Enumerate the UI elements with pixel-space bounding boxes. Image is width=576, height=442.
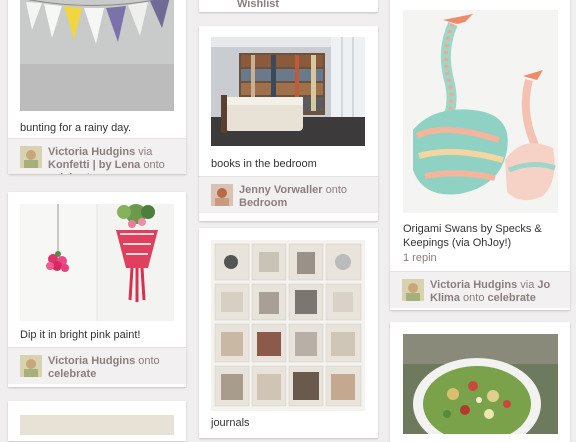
avatar[interactable] <box>402 279 424 301</box>
pin-image[interactable] <box>20 204 174 321</box>
pin-image[interactable] <box>20 415 174 435</box>
origami-swans-photo <box>403 10 558 213</box>
pin-text: Wishlist <box>237 0 280 10</box>
pin-description: Origami Swans by Specks & Keepings (via … <box>403 223 542 249</box>
pinner-name[interactable]: Victoria Hudgins <box>430 279 517 291</box>
via-user[interactable]: Konfetti | by Lena <box>48 159 140 171</box>
pin-image[interactable] <box>403 334 558 434</box>
pin-attribution: Victoria Hudgins onto celebrate <box>8 347 186 384</box>
onto-label: onto <box>138 355 160 367</box>
avatar[interactable] <box>20 355 42 377</box>
pin-image[interactable] <box>211 37 365 146</box>
pin-image[interactable] <box>20 0 174 111</box>
pin-card[interactable]: bunting for a rainy day. Victoria Hudgin… <box>8 0 186 174</box>
via-label: via <box>520 279 535 291</box>
pin-card[interactable]: books in the bedroom Jenny Vorwaller ont… <box>199 26 378 221</box>
pin-card[interactable] <box>390 322 570 442</box>
salad-photo <box>403 334 558 434</box>
onto-label: onto <box>143 159 165 171</box>
avatar[interactable] <box>20 146 42 168</box>
pin-description: journals <box>211 417 250 429</box>
pin-card[interactable]: Dip it in bright pink paint! Victoria Hu… <box>8 192 186 387</box>
pinner-name[interactable]: Victoria Hudgins <box>48 355 135 367</box>
pin-attribution: Jenny Vorwaller onto Bedroom <box>199 176 378 213</box>
pin-description: Dip it in bright pink paint! <box>20 329 141 341</box>
pin-image[interactable] <box>403 10 558 213</box>
board-name[interactable]: Bedroom <box>239 197 287 209</box>
avatar[interactable] <box>211 184 233 206</box>
pin-card[interactable] <box>8 401 186 441</box>
board-name[interactable]: celebrate <box>488 292 536 304</box>
pin-attribution: Victoria Hudgins via Konfetti | by Lena … <box>8 138 186 174</box>
pin-description: bunting for a rainy day. <box>20 122 132 134</box>
pinner-name[interactable]: Jenny Vorwaller <box>239 184 323 196</box>
via-label: via <box>138 146 153 158</box>
onto-label: onto <box>463 292 485 304</box>
pin-attribution: Victoria Hudgins via Jo Klima onto celeb… <box>390 271 570 308</box>
onto-label: onto <box>325 184 348 196</box>
plant-hanger-photo <box>20 204 174 321</box>
board-name[interactable]: celebrate <box>48 368 96 380</box>
bedroom-photo <box>211 37 365 146</box>
pinner-name[interactable]: Victoria Hudgins <box>48 146 135 158</box>
repin-count[interactable]: 1 repin <box>403 252 437 264</box>
pin-description: books in the bedroom <box>211 158 317 170</box>
pin-card[interactable]: Origami Swans by Specks & Keepings (via … <box>390 0 570 310</box>
pin-image[interactable] <box>211 240 365 411</box>
pin-card[interactable]: Wishlist <box>199 0 378 12</box>
journals-photo <box>211 240 365 411</box>
board-name[interactable]: celebrate <box>48 172 96 174</box>
pin-card[interactable]: journals <box>199 228 378 438</box>
bunting-photo <box>20 0 174 111</box>
